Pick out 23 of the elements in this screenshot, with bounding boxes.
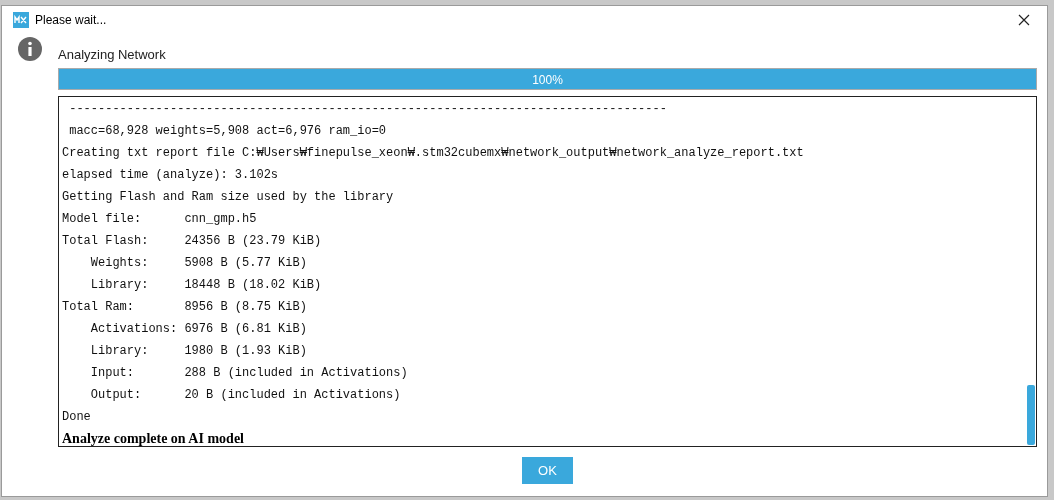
log-line: Analyze complete on AI model [62,430,244,446]
scrollbar-thumb[interactable] [1027,385,1035,445]
status-text: Analyzing Network [58,46,167,64]
log-line: Weights: 5908 B (5.77 KiB) [89,255,307,272]
log-line: Creating txt report file C:₩Users₩finepulse_xeon₩.stm32cubemx₩network_output₩network_analyze_report.txt [62,145,804,162]
progress-reading: 100% [532,72,563,89]
log-line: Total Flash: 24356 B (23.79 KiB) [62,233,322,250]
log-line: Output: 20 B (included in Activations) [89,387,401,404]
app-logo-icon [13,12,29,28]
log-line: Total Ram: 8956 B (8.75 KiB) [62,299,307,316]
log-line: Done [62,409,91,426]
log-line: Model file: cnn_gmp.h5 [62,211,257,228]
log-line: Library: 18448 B (18.02 KiB) [89,277,322,294]
window-title: Please wait... [35,12,108,29]
log-line: Input: 288 B (included in Activations) [89,365,408,382]
log-line: ----------------------------------------------------------------------------------- [68,101,667,118]
log-line: Activations: 6976 B (6.81 KiB) [89,321,307,338]
log-line: macc=68,928 weights=5,908 act=6,976 ram_io=0 [68,123,387,140]
log-line: Getting Flash and Ram size used by the library [62,189,394,206]
log-line: Library: 1980 B (1.93 KiB) [89,343,307,360]
ok-button[interactable]: OK [522,457,573,484]
log-line: elapsed time (analyze): 3.102s [62,167,279,184]
info-icon [18,37,42,61]
